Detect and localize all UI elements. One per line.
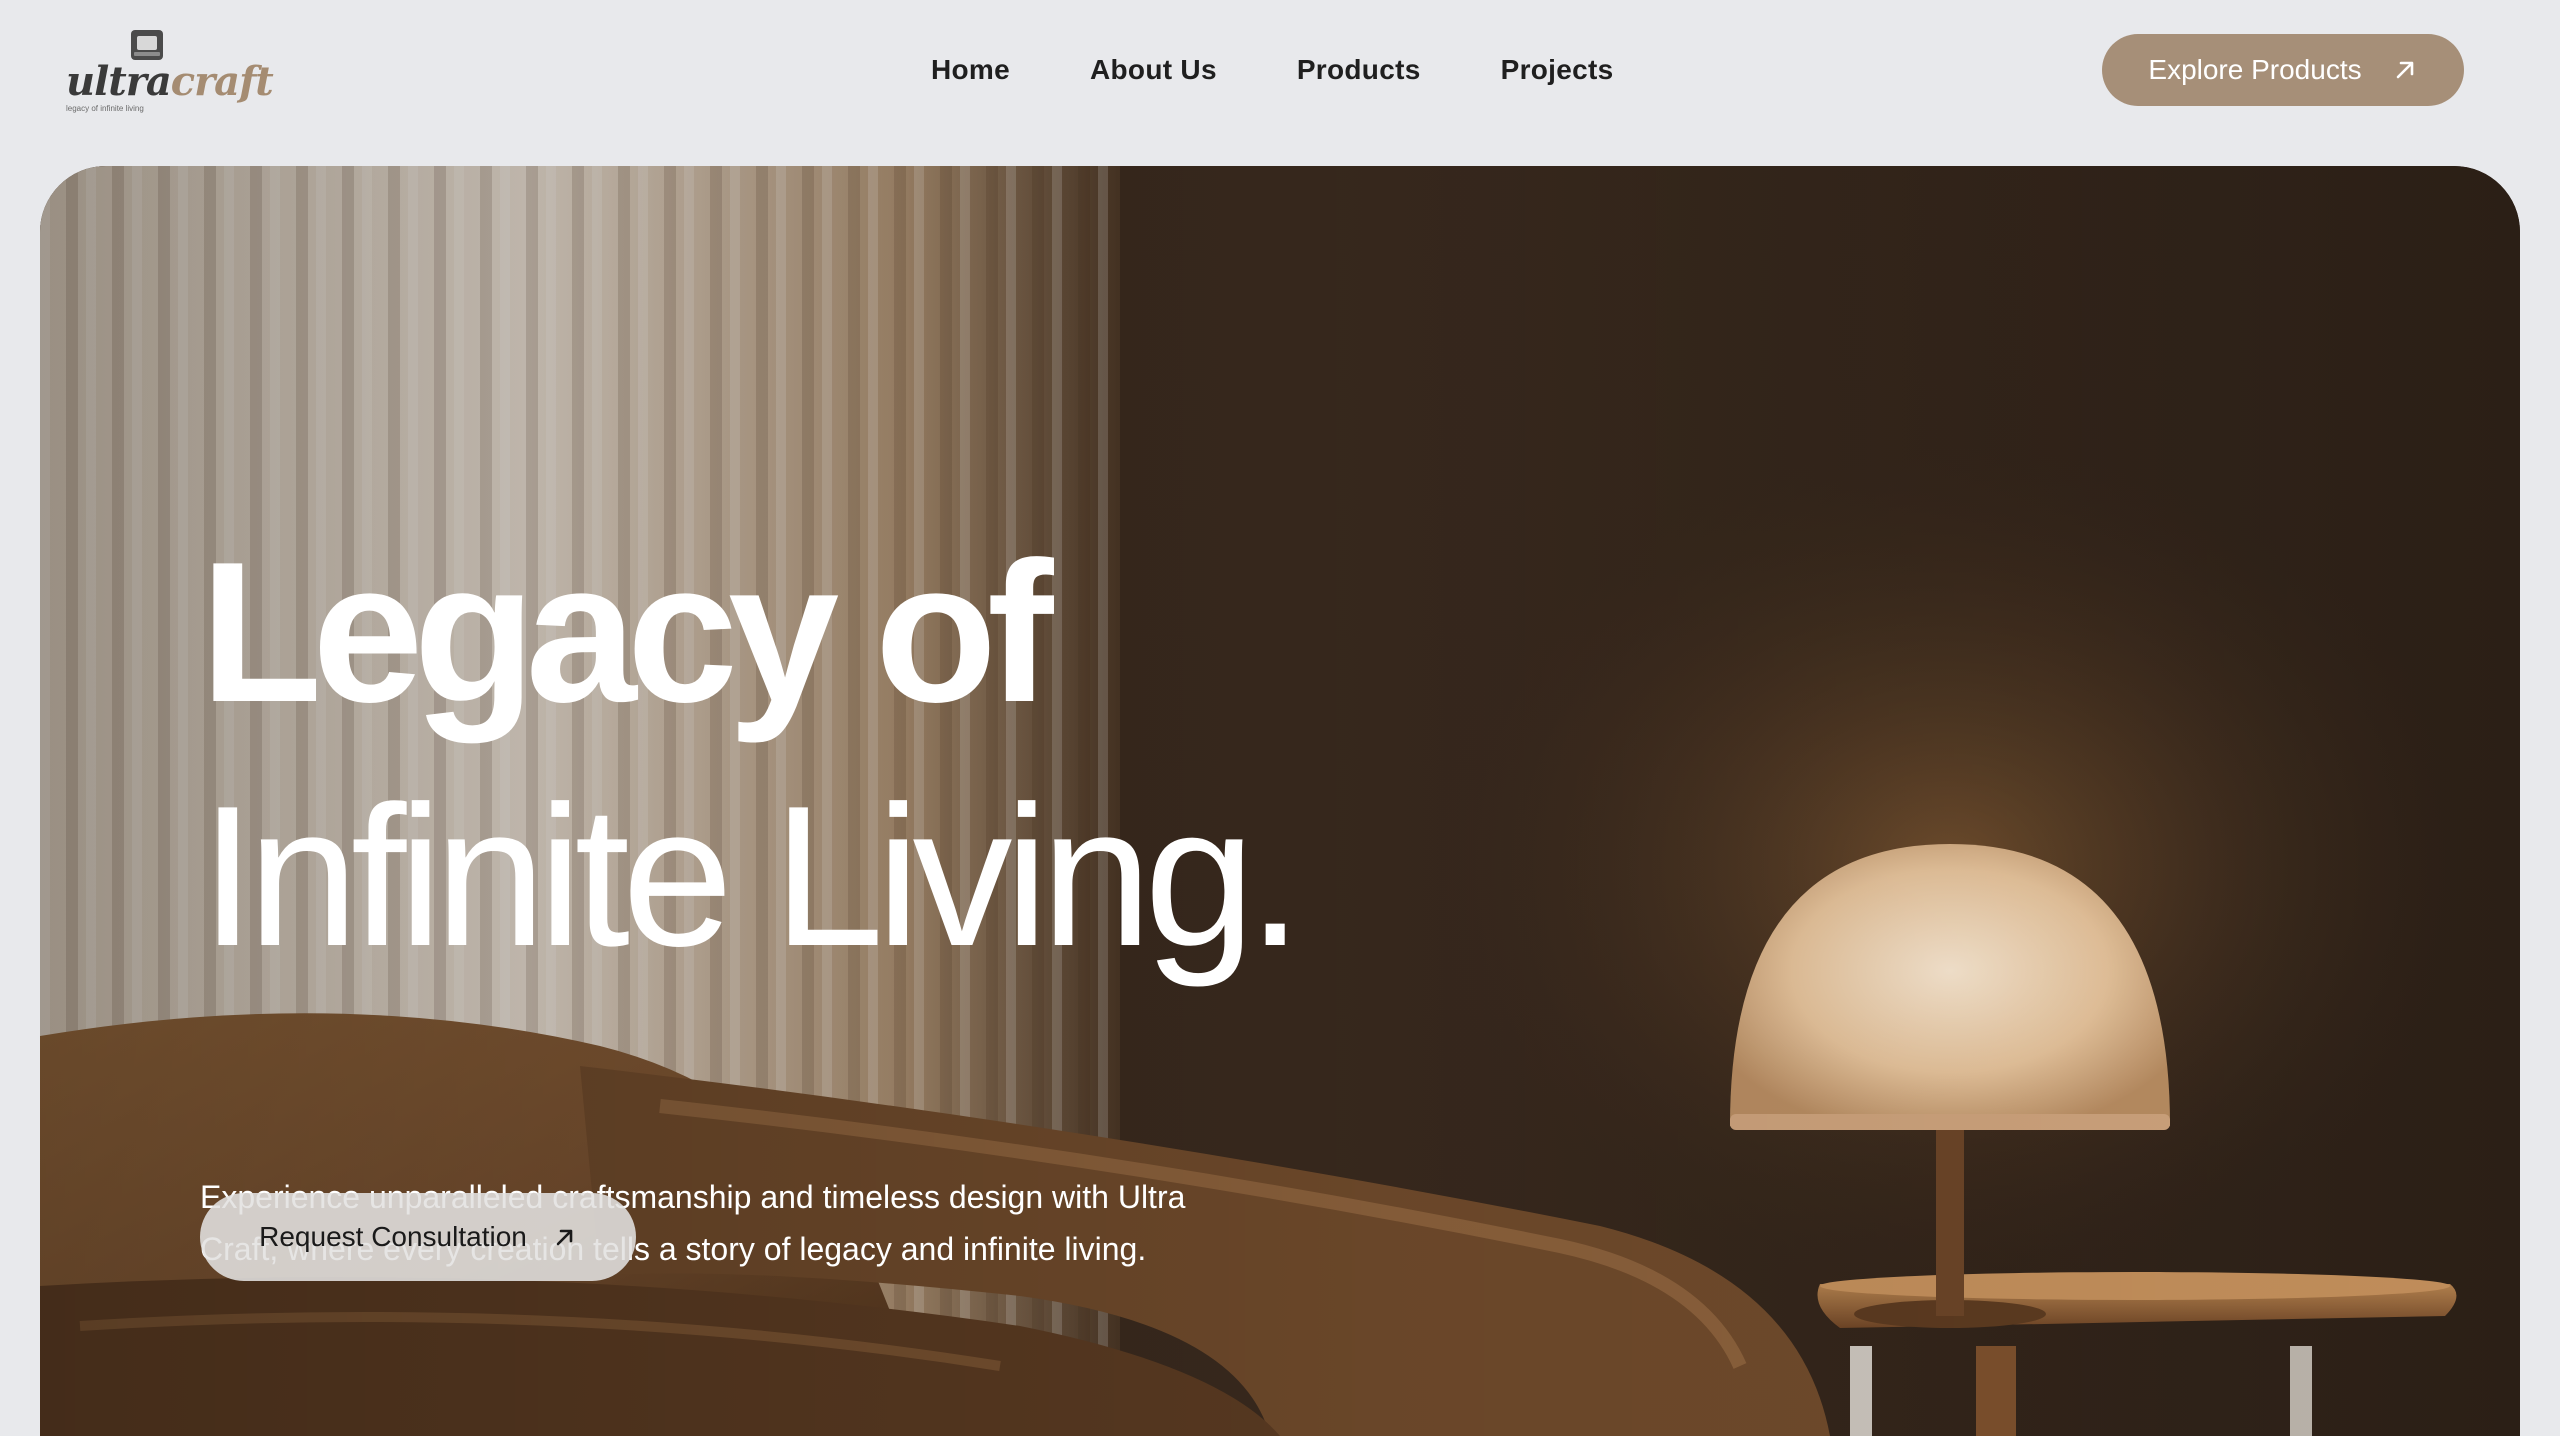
hero-section: Legacy of Infinite Living. Experience un… — [40, 166, 2520, 1436]
explore-products-label: Explore Products — [2148, 54, 2362, 85]
arrow-up-right-icon — [553, 1225, 577, 1249]
hero-title-line-2: Infinite Living. — [200, 765, 1303, 988]
logo-tagline: legacy of infinite living — [66, 104, 144, 113]
request-consultation-label: Request Consultation — [259, 1221, 527, 1252]
nav-link-home[interactable]: Home — [931, 54, 1010, 86]
main-nav: Home About Us Products Projects — [931, 48, 1614, 92]
arrow-up-right-icon — [2392, 57, 2418, 83]
logo-wordmark: ultracraft — [66, 62, 274, 102]
site-header: ultracraft legacy of infinite living Hom… — [0, 0, 2560, 165]
explore-products-button[interactable]: Explore Products — [2102, 34, 2464, 106]
request-consultation-button[interactable]: Request Consultation — [200, 1193, 636, 1281]
nav-link-projects[interactable]: Projects — [1501, 54, 1614, 86]
nav-link-products[interactable]: Products — [1297, 54, 1421, 86]
logo-wordmark-ultra: ultra — [66, 58, 172, 105]
hero-title-line-1: Legacy of — [200, 521, 1054, 744]
hero-title: Legacy of Infinite Living. — [200, 511, 1303, 999]
logo-wordmark-craft: craft — [170, 58, 274, 105]
brand-logo[interactable]: ultracraft legacy of infinite living — [60, 26, 274, 114]
nav-link-about-us[interactable]: About Us — [1090, 54, 1217, 86]
